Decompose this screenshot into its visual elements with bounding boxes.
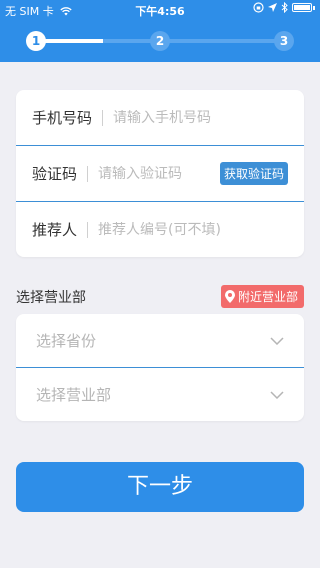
code-input[interactable]: [98, 165, 220, 182]
referrer-label: 推荐人: [32, 221, 78, 239]
phone-row: 手机号码: [16, 90, 304, 145]
province-select-value: 选择省份: [36, 332, 97, 350]
nearby-branch-label: 附近营业部: [237, 290, 298, 304]
code-label: 验证码: [32, 165, 78, 183]
chevron-down-icon: [270, 390, 284, 399]
step-1: 1: [26, 31, 46, 51]
status-right: [253, 2, 315, 13]
location-pin-icon: [224, 290, 235, 303]
branch-select[interactable]: 选择营业部: [16, 367, 304, 421]
referrer-row: 推荐人: [16, 201, 304, 257]
progress-fill: [36, 39, 103, 43]
get-code-button[interactable]: 获取验证码: [219, 162, 288, 185]
step-3: 3: [274, 31, 294, 51]
registration-form-card: 手机号码 验证码 获取验证码 推荐人: [16, 90, 304, 257]
step-2: 2: [150, 31, 170, 51]
branch-section-title: 选择营业部: [16, 290, 86, 306]
divider: [102, 109, 104, 126]
chevron-down-icon: [270, 336, 284, 345]
divider: [87, 165, 89, 182]
branch-select-value: 选择营业部: [36, 386, 112, 404]
status-bar: 无 SIM 卡 下午4:56: [0, 0, 320, 20]
nearby-branch-button[interactable]: 附近营业部: [220, 285, 304, 308]
location-arrow-icon: [268, 3, 277, 12]
province-select[interactable]: 选择省份: [16, 314, 304, 367]
phone-input[interactable]: [113, 109, 304, 126]
next-step-button[interactable]: 下一步: [16, 462, 304, 512]
branch-select-card: 选择省份 选择营业部: [16, 314, 304, 421]
referrer-input[interactable]: [98, 221, 304, 238]
phone-label: 手机号码: [32, 109, 93, 127]
rotation-lock-icon: [253, 2, 264, 13]
battery-icon: [292, 3, 312, 12]
code-row: 验证码 获取验证码: [16, 145, 304, 201]
divider: [87, 221, 89, 238]
bluetooth-icon: [281, 2, 288, 13]
battery-tip: [313, 5, 315, 10]
progress-stepper: 1 2 3: [0, 20, 320, 62]
